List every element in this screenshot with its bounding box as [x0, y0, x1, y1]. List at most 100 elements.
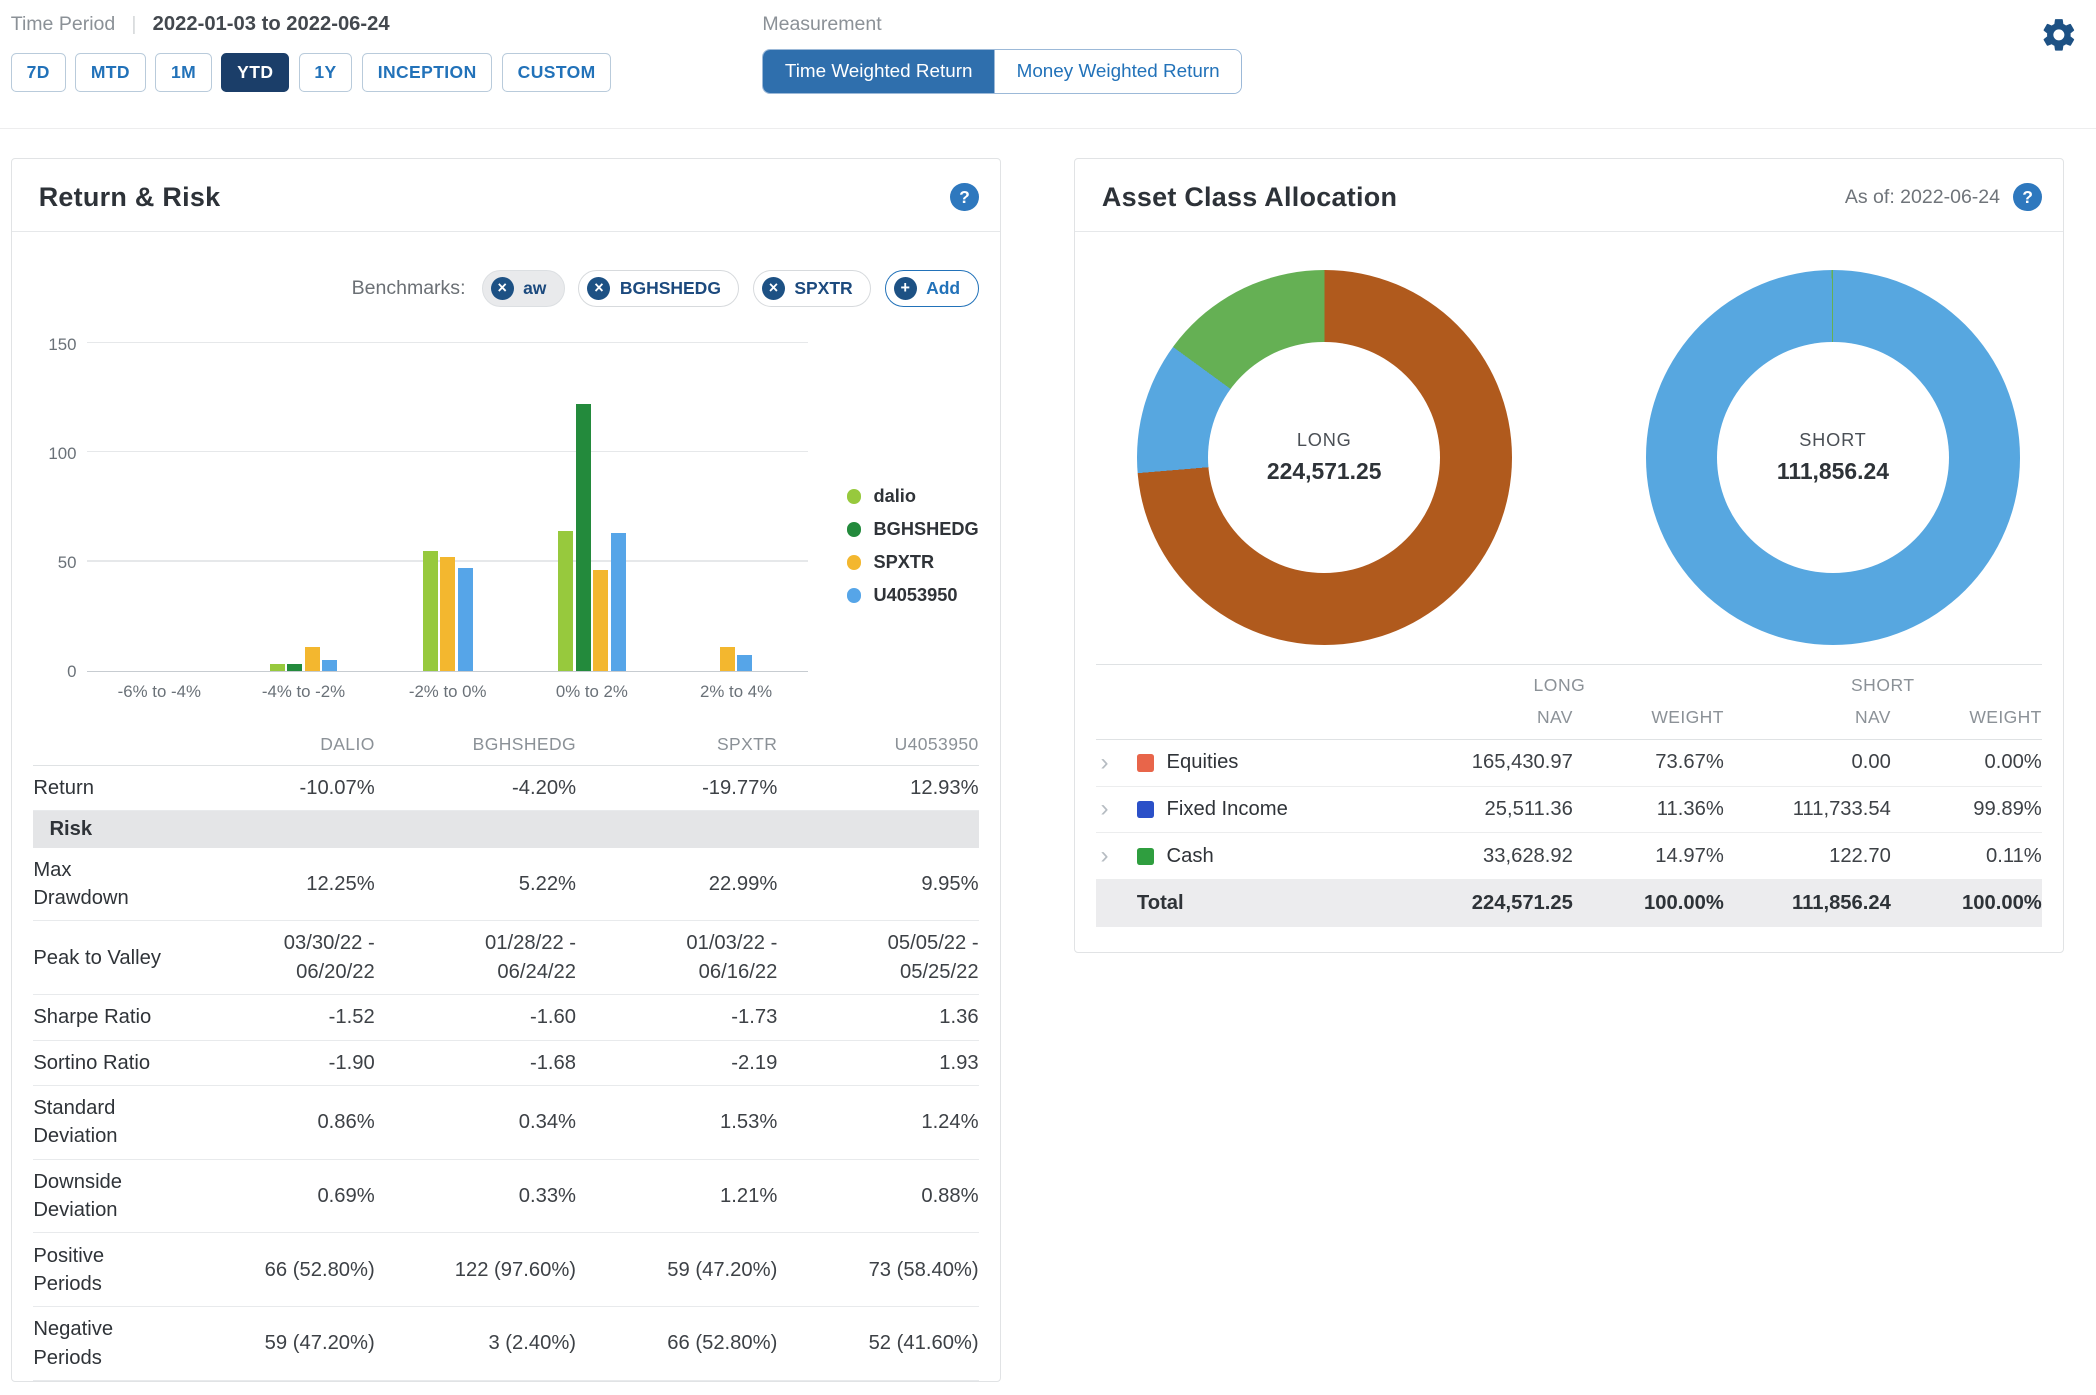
risk-cell: 0.33% [518, 1184, 577, 1207]
short-donut-chart[interactable]: SHORT 111,856.24 [1645, 270, 2021, 645]
bar-u4053950-2[interactable] [457, 568, 473, 671]
measurement-label: Measurement [762, 13, 882, 36]
risk-table-row: Standard Deviation 0.86% 0.34% 1.53% 1.24% [33, 1086, 979, 1160]
bar-spxtr-2[interactable] [440, 557, 456, 671]
risk-cell: 59 (47.20%) [667, 1258, 778, 1281]
settings-gear-icon[interactable] [2040, 16, 2078, 54]
help-icon[interactable]: ? [950, 182, 979, 212]
allocation-cell: 11.36% [1656, 798, 1724, 821]
bar-spxtr-3[interactable] [593, 570, 609, 671]
allocation-row-fixed-income[interactable]: › Fixed Income 25,511.36 11.36% 111,733.54 99… [1096, 787, 2042, 834]
risk-cell: -1.90 [328, 1051, 375, 1074]
risk-row-label: Return [33, 776, 94, 799]
bar-bghshedg-1[interactable] [287, 664, 303, 671]
risk-cell: -2.19 [731, 1051, 778, 1074]
allocation-column-header: WEIGHT [1969, 707, 2042, 728]
long-donut-chart[interactable]: LONG 224,571.25 [1136, 270, 1512, 645]
legend-label: dalio [873, 485, 916, 506]
benchmark-chip-label: SPXTR [794, 277, 853, 298]
risk-cell: 9.95% [921, 872, 979, 895]
risk-column-header: BGHSHEDG [472, 734, 577, 755]
period-button-inception[interactable]: INCEPTION [361, 52, 493, 92]
risk-cell: 1.36 [939, 1006, 979, 1029]
risk-row-label: Sharpe Ratio [33, 1006, 152, 1029]
asset-class-cell: Cash [1136, 845, 1395, 868]
toggle-time-weighted-return[interactable]: Time Weighted Return [763, 49, 995, 93]
risk-cell: 1.93 [939, 1051, 979, 1074]
remove-benchmark-icon[interactable]: × [490, 276, 514, 300]
bar-u4053950-1[interactable] [322, 659, 338, 671]
long-donut-value: 224,571.25 [1266, 457, 1382, 484]
bar-u4053950-4[interactable] [737, 655, 753, 671]
total-long-nav: 224,571.25 [1471, 892, 1573, 915]
chevron-right-icon[interactable]: › [1096, 750, 1136, 775]
risk-cell: 0.88% [921, 1184, 979, 1207]
period-button-mtd[interactable]: MTD [75, 52, 146, 92]
period-button-1y[interactable]: 1Y [298, 52, 353, 92]
risk-table-row: Sharpe Ratio -1.52 -1.60 -1.73 1.36 [33, 995, 979, 1041]
risk-row-label: Max Drawdown [33, 858, 129, 909]
risk-cell: -4.20% [512, 776, 577, 799]
legend-item-dalio[interactable]: dalio [846, 485, 979, 507]
allocation-cell: 111,733.54 [1792, 798, 1891, 821]
benchmark-chip-bghshedg[interactable]: × BGHSHEDG [578, 270, 740, 307]
benchmark-chip-list: × aw × BGHSHEDG × SPXTR [481, 270, 872, 307]
help-icon[interactable]: ? [2013, 182, 2042, 212]
return-risk-card: Return & Risk ? Benchmarks: × aw × BGHSHEDG… [10, 157, 1002, 1382]
asset-class-name: Fixed Income [1166, 798, 1288, 821]
risk-column-header: DALIO [320, 734, 375, 755]
legend-item-bghshedg[interactable]: BGHSHEDG [846, 518, 979, 540]
add-benchmark-button[interactable]: + Add [884, 270, 979, 307]
risk-cell: 3 (2.40%) [488, 1332, 577, 1355]
bar-u4053950-3[interactable] [610, 533, 626, 671]
legend-label: SPXTR [873, 551, 935, 572]
bar-spxtr-4[interactable] [719, 646, 735, 671]
period-button-ytd[interactable]: YTD [221, 52, 290, 92]
legend-swatch [846, 521, 862, 537]
benchmark-chip-aw[interactable]: × aw [481, 270, 565, 307]
risk-cell: 1.24% [921, 1111, 979, 1134]
bar-dalio-1[interactable] [269, 664, 285, 671]
bar-spxtr-1[interactable] [304, 646, 320, 671]
bar-bghshedg-3[interactable] [575, 404, 591, 671]
allocation-row-equities[interactable]: › Equities 165,430.97 73.67% 0.00 0.00% [1096, 740, 2042, 787]
allocation-cell: 25,511.36 [1484, 798, 1573, 821]
bar-dalio-2[interactable] [422, 550, 438, 671]
asset-class-name: Equities [1166, 751, 1239, 774]
add-icon: + [893, 276, 917, 300]
chevron-right-icon[interactable]: › [1096, 844, 1136, 868]
chevron-right-icon[interactable]: › [1096, 797, 1136, 821]
legend-item-spxtr[interactable]: SPXTR [846, 551, 979, 573]
total-label: Total [1136, 892, 1184, 915]
period-button-custom[interactable]: CUSTOM [501, 52, 612, 92]
period-button-7d[interactable]: 7D [10, 52, 66, 92]
toggle-money-weighted-return[interactable]: Money Weighted Return [994, 49, 1242, 93]
risk-cell: 0.86% [317, 1111, 375, 1134]
risk-table-header-row: DALIO BGHSHEDG SPXTR U4053950 [33, 724, 979, 766]
as-of-date: As of: 2022-06-24 [1844, 185, 2001, 208]
risk-cell: 0.34% [518, 1111, 577, 1134]
risk-row-label: Negative Periods [33, 1318, 114, 1369]
risk-cell: 12.25% [306, 872, 375, 895]
allocation-row-cash[interactable]: › Cash 33,628.92 14.97% 122.70 0.11% [1096, 833, 2042, 881]
remove-benchmark-icon[interactable]: × [587, 276, 611, 300]
legend-item-u4053950[interactable]: U4053950 [846, 585, 979, 606]
risk-cell: 01/28/22 - 06/24/22 [485, 932, 577, 983]
risk-row-label: Standard Deviation [33, 1097, 118, 1148]
risk-cell: 5.22% [518, 872, 577, 895]
risk-cell: 1.21% [720, 1184, 778, 1207]
remove-benchmark-icon[interactable]: × [762, 276, 785, 300]
allocation-cell: 14.97% [1655, 844, 1724, 867]
risk-cell: 122 (97.60%) [454, 1258, 577, 1281]
benchmark-chip-spxtr[interactable]: × SPXTR [752, 270, 872, 307]
legend-label: BGHSHEDG [873, 518, 979, 539]
bar-dalio-3[interactable] [558, 530, 574, 671]
allocation-cell: 122.70 [1829, 844, 1891, 867]
allocation-cell: 165,430.97 [1471, 751, 1573, 774]
risk-cell: 66 (52.80%) [667, 1332, 778, 1355]
allocation-cell: 0.00% [1984, 751, 2042, 774]
period-button-1m[interactable]: 1M [155, 52, 212, 92]
dashboard-cards: Return & Risk ? Benchmarks: × aw × BGHSHEDG… [0, 129, 2096, 1382]
allocation-table: LONG SHORT NAV WEIGHT NAV WEIGHT › Equities 1… [1096, 663, 2042, 952]
bar-chart-y-axis: 0 50 100 150 [33, 335, 87, 681]
